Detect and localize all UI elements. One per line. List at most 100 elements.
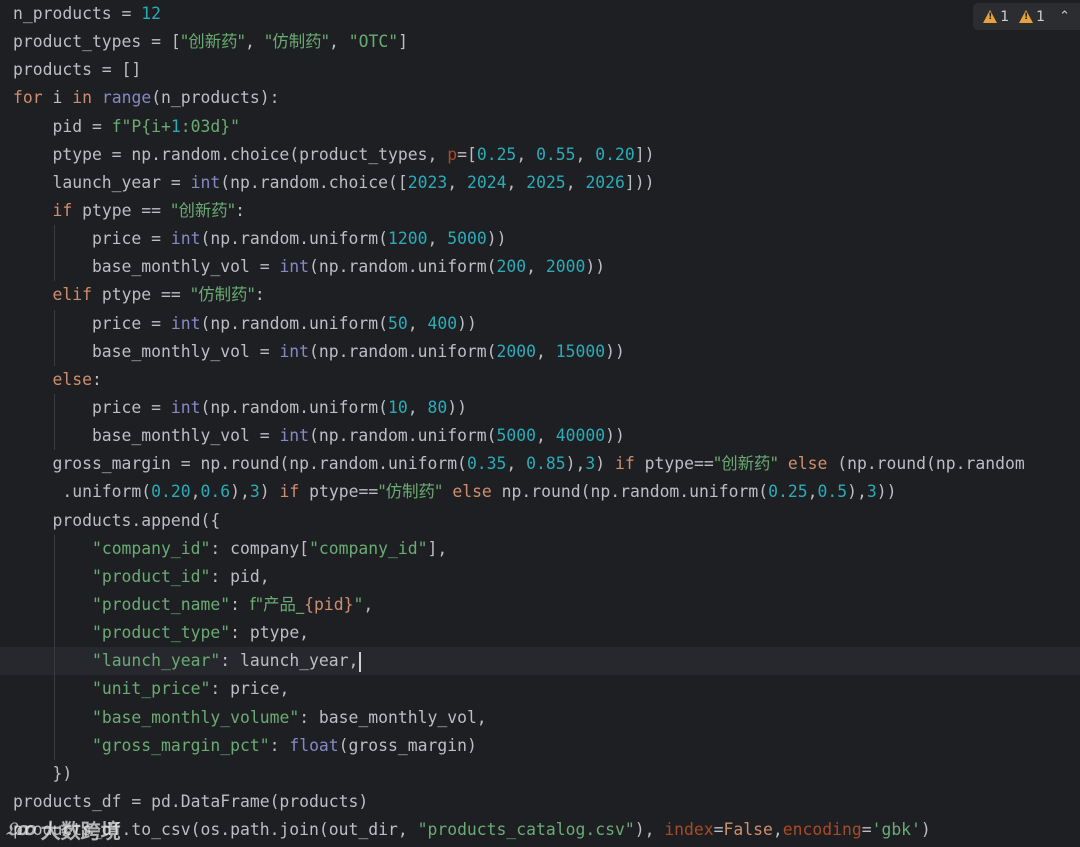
code-line[interactable]: products_df = pd.DataFrame(products) bbox=[0, 788, 1080, 816]
code-token: 0.20 bbox=[151, 482, 191, 502]
code-line[interactable]: products.append({ bbox=[0, 507, 1080, 535]
code-token: 0.6 bbox=[200, 482, 231, 502]
code-line[interactable]: base_monthly_vol = int(np.random.uniform… bbox=[0, 337, 1080, 366]
code-token: " bbox=[353, 594, 364, 614]
code-token: (np.random.choice([ bbox=[220, 172, 408, 192]
code-token: : bbox=[235, 200, 246, 220]
code-token: , bbox=[536, 341, 556, 361]
code-token: price = bbox=[13, 313, 171, 333]
code-token: : launch_year, bbox=[220, 651, 359, 671]
inspection-widget[interactable]: 1 1 ⌃ bbox=[973, 3, 1080, 30]
code-token: in bbox=[72, 88, 92, 108]
code-line[interactable]: base_monthly_vol = int(np.random.uniform… bbox=[0, 253, 1080, 282]
indent-guide bbox=[54, 731, 55, 760]
code-line-current[interactable]: "launch_year": launch_year, bbox=[0, 647, 1080, 676]
indent-guide bbox=[54, 253, 55, 282]
code-token: launch_year = bbox=[13, 172, 191, 192]
chevron-up-icon[interactable]: ⌃ bbox=[1059, 9, 1070, 24]
code-editor[interactable]: n_products = 12 product_types = ["创新药", … bbox=[0, 0, 1080, 847]
code-line[interactable]: ptype = np.random.choice(product_types, … bbox=[0, 141, 1080, 169]
code-token: 0.25 bbox=[476, 144, 517, 164]
code-token: 2026 bbox=[585, 172, 625, 192]
code-token: 1200 bbox=[388, 229, 428, 249]
code-line[interactable]: elif ptype == "仿制药": bbox=[0, 281, 1080, 309]
code-token: )) bbox=[447, 397, 467, 417]
code-line[interactable]: "product_id": pid, bbox=[0, 562, 1080, 591]
code-token: (np.random.uniform( bbox=[200, 313, 389, 333]
code-token: 1 bbox=[170, 116, 181, 136]
code-line[interactable]: "product_name": f"产品_{pid}", bbox=[0, 590, 1080, 620]
code-token: )) bbox=[585, 257, 606, 277]
code-token: , bbox=[190, 482, 201, 502]
indent-guide bbox=[54, 619, 55, 648]
code-line[interactable]: "product_type": ptype, bbox=[0, 619, 1080, 648]
code-token: , bbox=[506, 172, 527, 192]
code-line[interactable]: launch_year = int(np.random.choice([2023… bbox=[0, 169, 1080, 197]
code-line[interactable]: "company_id": company["company_id"], bbox=[0, 534, 1080, 563]
code-token: np.round(np.random.uniform( bbox=[491, 482, 769, 502]
code-line[interactable]: product_types = ["创新药", "仿制药", "OTC"] bbox=[0, 28, 1080, 56]
code-line[interactable]: else: bbox=[0, 366, 1080, 394]
code-token: else bbox=[787, 454, 828, 474]
code-line[interactable]: .uniform(0.20,0.6),3) if ptype=="仿制药" el… bbox=[0, 478, 1080, 506]
code-token: , bbox=[363, 594, 374, 614]
code-area[interactable]: n_products = 12 product_types = ["创新药", … bbox=[0, 0, 1080, 844]
code-token: int bbox=[170, 313, 201, 333]
code-token: =[ bbox=[457, 144, 477, 164]
code-token: "仿制药" bbox=[264, 32, 330, 52]
code-token: int bbox=[190, 172, 221, 192]
code-token: ptype== bbox=[299, 482, 379, 502]
code-token: int bbox=[279, 257, 310, 277]
code-token: : bbox=[254, 285, 265, 305]
code-token: (n_products): bbox=[151, 88, 280, 108]
code-token: : base_monthly_vol, bbox=[299, 707, 487, 727]
code-line[interactable]: gross_margin = np.round(np.random.unifor… bbox=[0, 450, 1080, 478]
code-line[interactable]: price = int(np.random.uniform(10, 80)) bbox=[0, 393, 1080, 423]
code-token: pid = bbox=[13, 116, 112, 136]
code-token: (np.random.uniform( bbox=[309, 257, 497, 277]
code-line[interactable]: n_products = 12 bbox=[0, 0, 1080, 28]
code-token: encoding bbox=[782, 820, 862, 840]
code-token: if bbox=[615, 454, 635, 474]
code-token: products_df.to_csv(os.path.join(out_dir, bbox=[13, 820, 418, 840]
code-line[interactable]: if ptype == "创新药": bbox=[0, 197, 1080, 225]
code-line[interactable]: "unit_price": price, bbox=[0, 675, 1080, 704]
code-line[interactable]: products = [] bbox=[0, 56, 1080, 84]
code-token: 0.35 bbox=[466, 454, 507, 474]
code-token: range bbox=[101, 88, 152, 108]
code-line[interactable]: products_df.to_csv(os.path.join(out_dir,… bbox=[0, 816, 1080, 844]
code-line[interactable]: "base_monthly_volume": base_monthly_vol, bbox=[0, 703, 1080, 732]
code-token: 2025 bbox=[526, 172, 566, 192]
code-line[interactable]: pid = f"P{i+1:03d}" bbox=[0, 113, 1080, 141]
code-token: 40000 bbox=[555, 426, 606, 446]
code-token: ptype== bbox=[634, 454, 714, 474]
code-line[interactable]: price = int(np.random.uniform(50, 400)) bbox=[0, 309, 1080, 338]
code-token: "创新药" bbox=[170, 200, 236, 220]
code-token: n_products = bbox=[13, 4, 142, 23]
code-line[interactable]: base_monthly_vol = int(np.random.uniform… bbox=[0, 422, 1080, 451]
warnings-indicator[interactable]: 1 bbox=[983, 9, 1009, 25]
code-token: gross_margin = np.round(np.random.unifor… bbox=[13, 454, 467, 474]
code-line[interactable]: for i in range(n_products): bbox=[0, 84, 1080, 112]
code-token: = bbox=[861, 820, 872, 840]
weak-warnings-indicator[interactable]: 1 bbox=[1019, 9, 1045, 25]
code-token: 5000 bbox=[496, 426, 537, 446]
code-token: 3 bbox=[249, 482, 260, 502]
indent-guide bbox=[54, 562, 55, 591]
code-token: "product_id" bbox=[91, 566, 211, 586]
code-line[interactable]: "gross_margin_pct": float(gross_margin) bbox=[0, 731, 1080, 760]
code-token: ])) bbox=[624, 172, 655, 192]
code-token: int bbox=[279, 426, 310, 446]
code-line[interactable]: price = int(np.random.uniform(1200, 5000… bbox=[0, 225, 1080, 254]
code-token: (np.random.uniform( bbox=[200, 397, 389, 417]
code-token: , bbox=[516, 144, 537, 164]
warning-icon bbox=[983, 10, 998, 23]
code-line[interactable]: }) bbox=[0, 760, 1080, 788]
code-token: , bbox=[575, 144, 596, 164]
code-token: 2000 bbox=[545, 257, 586, 277]
code-token: "仿制药" bbox=[190, 285, 255, 305]
indent-guide bbox=[54, 225, 55, 254]
